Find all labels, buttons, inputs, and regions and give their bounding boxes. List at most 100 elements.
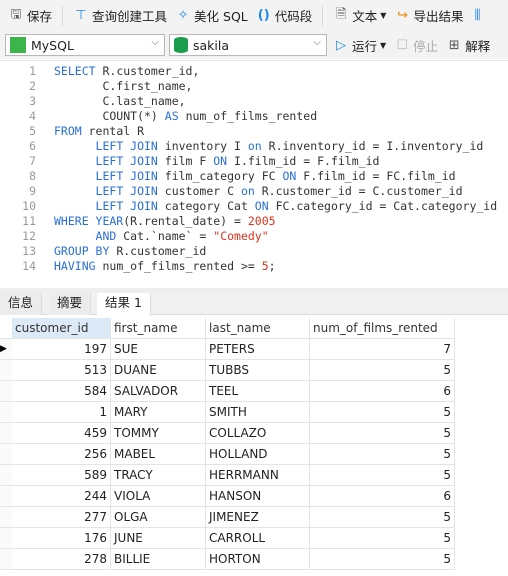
column-header[interactable]: first_name — [111, 318, 206, 339]
row-indicator[interactable] — [0, 381, 12, 402]
table-cell[interactable]: 244 — [12, 486, 111, 507]
stop-button[interactable]: ☐ 停止 — [392, 33, 440, 57]
table-cell[interactable]: VIOLA — [111, 486, 206, 507]
table-cell[interactable]: DUANE — [111, 360, 206, 381]
table-cell[interactable]: 6 — [310, 486, 455, 507]
table-row[interactable]: 277 OLGA JIMENEZ 5 — [0, 507, 455, 528]
table-cell[interactable]: HANSON — [206, 486, 310, 507]
table-cell[interactable]: OLGA — [111, 507, 206, 528]
table-cell[interactable]: 6 — [310, 381, 455, 402]
current-row-arrow-icon[interactable]: ▶ — [0, 339, 12, 360]
table-cell[interactable]: HOLLAND — [206, 444, 310, 465]
table-row[interactable]: 256 MABEL HOLLAND 5 — [0, 444, 455, 465]
table-cell[interactable]: 5 — [310, 360, 455, 381]
export-results-button[interactable]: ↪ 导出结果 — [392, 4, 465, 28]
table-cell[interactable]: 7 — [310, 339, 455, 360]
column-header[interactable]: num_of_films_rented — [310, 318, 455, 339]
table-cell[interactable]: BILLIE — [111, 549, 206, 570]
table-cell[interactable]: HORTON — [206, 549, 310, 570]
table-cell[interactable]: HERRMANN — [206, 465, 310, 486]
table-cell[interactable]: 5 — [310, 423, 455, 444]
table-cell[interactable]: TRACY — [111, 465, 206, 486]
table-cell[interactable]: 5 — [310, 402, 455, 423]
table-cell[interactable]: MABEL — [111, 444, 206, 465]
table-row[interactable]: 459 TOMMY COLLAZO 5 — [0, 423, 455, 444]
row-indicator[interactable] — [0, 423, 12, 444]
table-cell[interactable]: 5 — [310, 465, 455, 486]
column-header[interactable]: customer_id — [12, 318, 111, 339]
tab-result-1[interactable]: 结果 1 — [97, 293, 151, 316]
table-row[interactable]: 513 DUANE TUBBS 5 — [0, 360, 455, 381]
code-token: LEFT JOIN — [95, 169, 158, 183]
table-cell[interactable]: 513 — [12, 360, 111, 381]
table-row[interactable]: 589 TRACY HERRMANN 5 — [0, 465, 455, 486]
row-indicator[interactable] — [0, 360, 12, 381]
row-indicator[interactable] — [0, 549, 12, 570]
table-cell[interactable]: 197 — [12, 339, 111, 360]
tab-summary[interactable]: 摘要 — [49, 293, 92, 315]
row-indicator[interactable] — [0, 528, 12, 549]
table-cell[interactable]: MARY — [111, 402, 206, 423]
table-row[interactable]: 1 MARY SMITH 5 — [0, 402, 455, 423]
table-cell[interactable]: 5 — [310, 549, 455, 570]
table-cell[interactable]: 277 — [12, 507, 111, 528]
explain-button[interactable]: ⊞ 解释 — [444, 33, 492, 57]
code-line: SELECT R.customer_id, — [54, 64, 199, 78]
waveform-icon[interactable]: ⫼ — [469, 8, 485, 23]
connection-select[interactable]: MySQL ⌵ — [5, 34, 165, 56]
table-cell[interactable]: TEEL — [206, 381, 310, 402]
table-cell[interactable]: TOMMY — [111, 423, 206, 444]
table-row[interactable]: 176 JUNE CARROLL 5 — [0, 528, 455, 549]
row-indicator[interactable] — [0, 465, 12, 486]
row-indicator[interactable] — [0, 402, 12, 423]
caret-down-icon: ▼ — [380, 11, 387, 20]
row-indicator[interactable] — [0, 444, 12, 465]
table-cell[interactable]: JIMENEZ — [206, 507, 310, 528]
tab-info[interactable]: 信息 — [0, 293, 43, 315]
code-token: SELECT — [54, 64, 96, 78]
code-token: num_of_films_rented — [178, 109, 318, 123]
table-cell[interactable]: 1 — [12, 402, 111, 423]
table-cell[interactable]: 5 — [310, 528, 455, 549]
table-cell[interactable]: COLLAZO — [206, 423, 310, 444]
table-cell[interactable]: 5 — [310, 507, 455, 528]
run-button[interactable]: ▷ 运行 ▼ — [331, 33, 388, 57]
snippet-button[interactable]: () 代码段 — [254, 4, 315, 28]
table-cell[interactable]: 176 — [12, 528, 111, 549]
table-cell[interactable]: SALVADOR — [111, 381, 206, 402]
export-icon: ↪ — [396, 8, 408, 23]
row-indicator[interactable] — [0, 318, 12, 339]
row-indicator[interactable] — [0, 486, 12, 507]
database-select[interactable]: sakila ⌵ — [169, 34, 327, 56]
table-row[interactable]: 244 VIOLA HANSON 6 — [0, 486, 455, 507]
table-cell[interactable]: 5 — [310, 444, 455, 465]
table-cell[interactable]: 459 — [12, 423, 111, 444]
table-cell[interactable]: SMITH — [206, 402, 310, 423]
table-cell[interactable]: 278 — [12, 549, 111, 570]
table-cell[interactable]: CARROLL — [206, 528, 310, 549]
parentheses-icon: () — [257, 8, 270, 23]
table-row[interactable]: 278 BILLIE HORTON 5 — [0, 549, 455, 570]
code-token: I.film_id = F.film_id — [227, 154, 380, 168]
table-cell[interactable]: TUBBS — [206, 360, 310, 381]
table-cell[interactable]: SUE — [111, 339, 206, 360]
result-tabs: 信息 摘要 结果 1 — [0, 292, 508, 316]
table-cell[interactable]: PETERS — [206, 339, 310, 360]
code-token: R.inventory_id = I.inventory_id — [261, 139, 484, 153]
table-cell[interactable]: 256 — [12, 444, 111, 465]
table-cell[interactable]: JUNE — [111, 528, 206, 549]
code-line: LEFT JOIN customer C on R.customer_id = … — [54, 184, 463, 198]
sql-editor[interactable]: 1 SELECT R.customer_id, 2 C.first_name, 3 C… — [0, 60, 508, 288]
column-header[interactable]: last_name — [206, 318, 310, 339]
text-button[interactable]: 🗎 文本 ▼ — [331, 4, 388, 28]
table-row[interactable]: ▶ 197 SUE PETERS 7 — [0, 339, 455, 360]
table-cell[interactable]: 589 — [12, 465, 111, 486]
query-builder-button[interactable]: ⊤ 查询创建工具 — [71, 4, 169, 28]
save-button[interactable]: 🖫 保存 — [6, 4, 54, 28]
table-cell[interactable]: 584 — [12, 381, 111, 402]
beautify-sql-button[interactable]: ✧ 美化 SQL — [173, 4, 250, 28]
row-indicator[interactable] — [0, 507, 12, 528]
table-row[interactable]: 584 SALVADOR TEEL 6 — [0, 381, 455, 402]
